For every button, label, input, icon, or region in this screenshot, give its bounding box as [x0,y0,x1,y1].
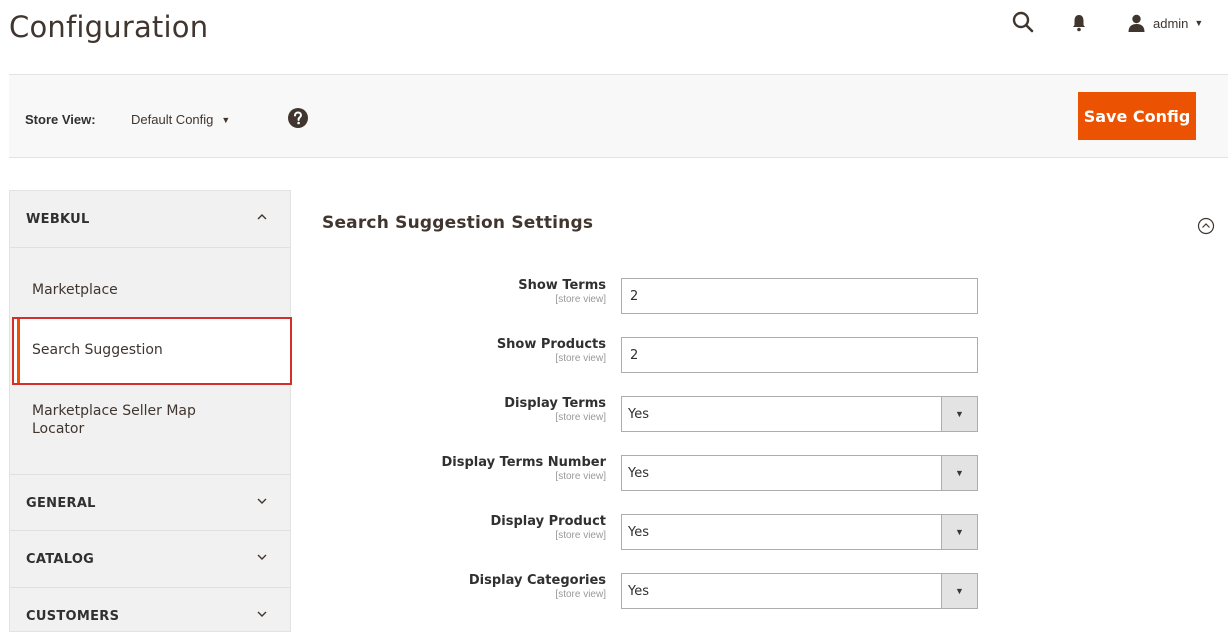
sidebar-section-title: GENERAL [26,496,96,511]
field-display-categories: Display Categories [store view] Yes ▼ [300,573,1000,613]
field-label: Display Product [490,514,606,529]
field-scope: [store view] [555,294,606,305]
show-products-input[interactable] [621,337,978,373]
sidebar-item-seller-map-locator[interactable]: Marketplace Seller Map Locator [10,382,230,474]
caret-down-icon: ▼ [221,114,231,125]
section-title: Search Suggestion Settings [322,213,594,233]
field-scope: [store view] [555,412,606,423]
caret-down-icon: ▼ [1194,18,1204,28]
sidebar-section-title: WEBKUL [26,212,90,227]
username: admin [1153,15,1189,31]
caret-down-icon: ▼ [941,574,977,608]
field-scope: [store view] [555,353,606,364]
display-categories-select[interactable]: Yes ▼ [621,573,978,609]
display-terms-select[interactable]: Yes ▼ [621,396,978,432]
bell-icon[interactable] [1071,13,1087,33]
sidebar-item-marketplace[interactable]: Marketplace [10,248,290,315]
field-label-group: Display Product [store view] [491,514,606,541]
save-config-button[interactable]: Save Config [1078,92,1196,140]
caret-down-icon: ▼ [941,397,977,431]
store-view-bar: Store View: Default Config ▼ Save Config [9,74,1228,158]
config-sidebar: WEBKUL Marketplace Search Suggestion Mar… [9,190,292,632]
field-scope: [store view] [555,589,606,600]
field-label: Display Terms [504,396,606,411]
field-label: Display Categories [468,573,606,588]
sidebar-section-webkul[interactable]: WEBKUL [10,191,290,248]
show-terms-input[interactable] [621,278,978,314]
display-product-select[interactable]: Yes ▼ [621,514,978,550]
sidebar-section-title: CATALOG [26,552,95,567]
field-scope: [store view] [555,530,606,541]
user-menu[interactable]: admin ▼ [1128,12,1203,34]
chevron-down-icon [257,498,267,504]
page-title: Configuration [9,10,209,44]
user-icon [1128,14,1145,32]
search-icon[interactable] [1012,11,1034,33]
field-label: Display Terms Number [441,455,606,470]
sidebar-section-general[interactable]: GENERAL [10,474,290,531]
select-value: Yes [628,525,649,540]
sidebar-section-customers[interactable]: CUSTOMERS [10,588,290,632]
store-view-label: Store View: [25,112,96,127]
field-display-terms-number: Display Terms Number [store view] Yes ▼ [300,455,1000,495]
store-view-value: Default Config [131,112,214,127]
chevron-down-icon [257,554,267,560]
field-display-terms: Display Terms [store view] Yes ▼ [300,396,1000,436]
collapse-section-icon[interactable] [1197,217,1215,235]
sidebar-item-search-suggestion[interactable]: Search Suggestion [10,315,292,385]
field-label-group: Display Terms Number [store view] [441,455,606,482]
field-label-group: Show Products [store view] [497,337,606,364]
sidebar-items: Marketplace Search Suggestion Marketplac… [10,248,292,474]
sidebar-item-label: Marketplace [32,282,118,298]
sidebar-section-catalog[interactable]: CATALOG [10,531,290,588]
field-show-products: Show Products [store view] [300,337,1000,377]
field-show-terms: Show Terms [store view] [300,278,1000,318]
question-icon[interactable] [288,108,308,128]
field-label: Show Products [496,337,606,352]
field-scope: [store view] [555,471,606,482]
field-label-group: Display Categories [store view] [469,573,606,600]
sidebar-section-title: CUSTOMERS [26,609,120,624]
chevron-up-icon [257,214,267,220]
store-view-switcher[interactable]: Default Config ▼ [131,112,230,127]
field-display-product: Display Product [store view] Yes ▼ [300,514,1000,554]
field-label-group: Display Terms [store view] [504,396,606,423]
sidebar-item-label: Marketplace Seller Map Locator [32,403,196,437]
select-value: Yes [628,466,649,481]
caret-down-icon: ▼ [941,515,977,549]
caret-down-icon: ▼ [941,456,977,490]
chevron-down-icon [257,611,267,617]
sidebar-item-label: Search Suggestion [32,342,163,358]
select-value: Yes [628,407,649,422]
field-label-group: Show Terms [store view] [518,278,606,305]
field-label: Show Terms [518,278,606,293]
select-value: Yes [628,584,649,599]
display-terms-number-select[interactable]: Yes ▼ [621,455,978,491]
